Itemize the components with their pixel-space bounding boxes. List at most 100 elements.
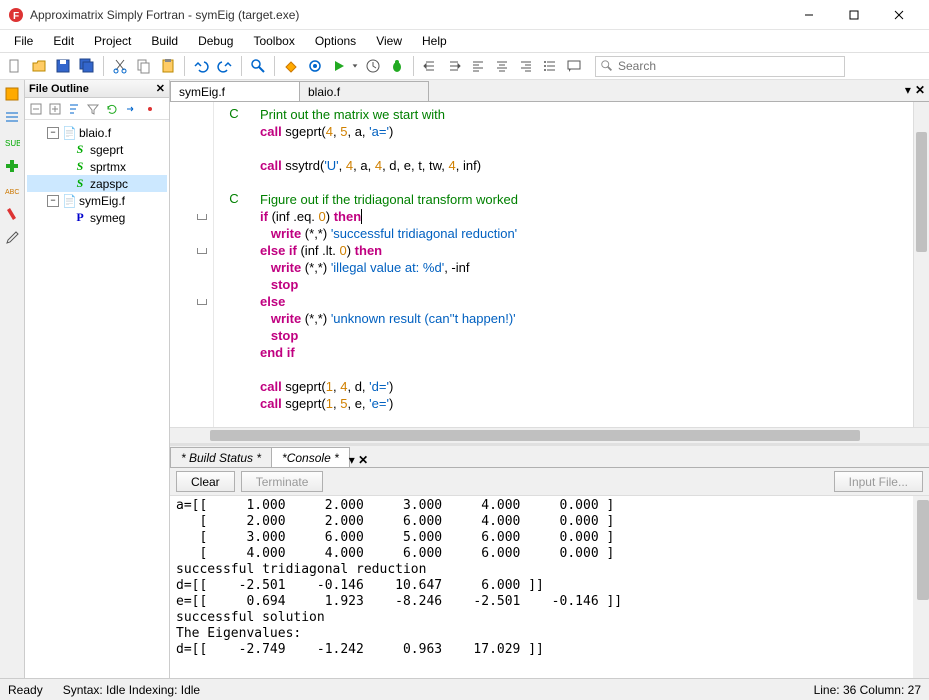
open-icon[interactable] [28, 55, 50, 77]
redo-icon[interactable] [214, 55, 236, 77]
menu-help[interactable]: Help [412, 31, 457, 51]
list-icon[interactable] [539, 55, 561, 77]
outline-toolbar [25, 98, 169, 120]
align-left-icon[interactable] [467, 55, 489, 77]
search-icon [600, 59, 614, 73]
search-input[interactable] [618, 59, 840, 73]
menubar: FileEditProjectBuildDebugToolboxOptionsV… [0, 30, 929, 52]
minimize-button[interactable] [786, 1, 831, 29]
menu-edit[interactable]: Edit [43, 31, 84, 51]
menu-file[interactable]: File [4, 31, 43, 51]
paste-icon[interactable] [157, 55, 179, 77]
horizontal-scrollbar[interactable] [170, 427, 929, 443]
terminate-button[interactable]: Terminate [241, 471, 324, 492]
menu-toolbox[interactable]: Toolbox [243, 31, 304, 51]
settings-icon[interactable] [304, 55, 326, 77]
svg-text:ABC: ABC [5, 189, 19, 196]
save-icon[interactable] [52, 55, 74, 77]
code-editor[interactable]: CC Print out the matrix we start withcal… [170, 102, 929, 427]
editor-tabs: symEig.fblaio.f ▾ ✕ [170, 80, 929, 102]
svg-text:SUB: SUB [5, 139, 20, 148]
copy-icon[interactable] [133, 55, 155, 77]
editor-tab-blaio-f[interactable]: blaio.f [299, 81, 429, 101]
vertical-scrollbar[interactable] [913, 102, 929, 427]
find-icon[interactable] [247, 55, 269, 77]
left-tool-strip: SUB ABC [0, 80, 25, 678]
outline-title: File Outline [29, 83, 156, 95]
filter-icon[interactable] [84, 100, 102, 118]
code-area[interactable]: Print out the matrix we start withcall s… [254, 102, 913, 427]
new-file-icon[interactable] [4, 55, 26, 77]
bottom-close-icon[interactable]: ✕ [358, 453, 368, 467]
console-toolbar: Clear Terminate Input File... [170, 468, 929, 496]
outline-header: File Outline ✕ [25, 80, 169, 98]
collapse-icon[interactable] [27, 100, 45, 118]
comment-icon[interactable] [563, 55, 585, 77]
undo-icon[interactable] [190, 55, 212, 77]
outline-panel-icon[interactable] [2, 108, 22, 128]
tab-close-all-icon[interactable]: ✕ [915, 83, 925, 97]
expand-icon[interactable] [46, 100, 64, 118]
outline-close-icon[interactable]: ✕ [156, 82, 165, 95]
status-ready: Ready [8, 683, 43, 697]
menu-build[interactable]: Build [141, 31, 188, 51]
bug-icon[interactable] [386, 55, 408, 77]
build-icon[interactable] [280, 55, 302, 77]
status-syntax: Syntax: Idle Indexing: Idle [63, 683, 200, 697]
tab-dropdown-icon[interactable]: ▾ [905, 83, 911, 97]
align-center-icon[interactable] [491, 55, 513, 77]
goto-icon[interactable] [122, 100, 140, 118]
menu-debug[interactable]: Debug [188, 31, 243, 51]
refresh-icon[interactable] [103, 100, 121, 118]
editor-margin: CC [214, 102, 254, 427]
dropper-icon[interactable] [2, 228, 22, 248]
menu-view[interactable]: View [366, 31, 412, 51]
outline-tree[interactable]: −📄blaio.fSsgeprtSsprtmxSzapspc−📄symEig.f… [25, 120, 169, 678]
console-scrollbar[interactable] [913, 496, 929, 678]
status-position: Line: 36 Column: 27 [814, 683, 921, 697]
statusbar: Ready Syntax: Idle Indexing: Idle Line: … [0, 678, 929, 700]
pin-icon[interactable] [141, 100, 159, 118]
save-all-icon[interactable] [76, 55, 98, 77]
toolbar [0, 52, 929, 80]
tree-item-zapspc[interactable]: Szapspc [27, 175, 167, 192]
titlebar: F Approximatrix Simply Fortran - symEig … [0, 0, 929, 30]
tree-item-symEig-f[interactable]: −📄symEig.f [27, 192, 167, 209]
cut-icon[interactable] [109, 55, 131, 77]
outdent-icon[interactable] [419, 55, 441, 77]
svg-text:F: F [13, 11, 19, 22]
project-panel-icon[interactable] [2, 84, 22, 104]
file-outline-panel: File Outline ✕ −📄blaio.fSsgeprtSsprtmxSz… [25, 80, 170, 678]
close-button[interactable] [876, 1, 921, 29]
menu-project[interactable]: Project [84, 31, 141, 51]
tree-item-sgeprt[interactable]: Ssgeprt [27, 141, 167, 158]
clear-button[interactable]: Clear [176, 471, 235, 492]
tree-item-symeg[interactable]: Psymeg [27, 209, 167, 226]
editor-tab-symEig-f[interactable]: symEig.f [170, 81, 300, 101]
input-file-button[interactable]: Input File... [834, 471, 923, 492]
bottom-tabs: * Build Status **Console * ▾ ✕ [170, 446, 929, 468]
tree-item-blaio-f[interactable]: −📄blaio.f [27, 124, 167, 141]
menu-options[interactable]: Options [305, 31, 366, 51]
run-icon[interactable] [328, 55, 350, 77]
plugins-icon[interactable] [2, 156, 22, 176]
indent-icon[interactable] [443, 55, 465, 77]
bottom-tab-console[interactable]: *Console * [271, 447, 350, 467]
search-box[interactable] [595, 56, 845, 77]
tree-item-sprtmx[interactable]: Ssprtmx [27, 158, 167, 175]
sort-icon[interactable] [65, 100, 83, 118]
run-dropdown-icon[interactable] [350, 55, 360, 77]
maximize-button[interactable] [831, 1, 876, 29]
app-icon: F [8, 7, 24, 23]
bottom-dropdown-icon[interactable]: ▾ [349, 453, 355, 467]
bottom-tab-buildstatus[interactable]: * Build Status * [170, 447, 272, 467]
marker-icon[interactable] [2, 204, 22, 224]
abc-panel-icon[interactable]: ABC [2, 180, 22, 200]
sub-panel-icon[interactable]: SUB [2, 132, 22, 152]
window-title: Approximatrix Simply Fortran - symEig (t… [30, 8, 786, 22]
bottom-panel: * Build Status **Console * ▾ ✕ Clear Ter… [170, 443, 929, 678]
align-right-icon[interactable] [515, 55, 537, 77]
editor-gutter [170, 102, 214, 427]
clock-icon[interactable] [362, 55, 384, 77]
console-output[interactable]: a=[[ 1.000 2.000 3.000 4.000 0.000 ] [ 2… [170, 496, 913, 678]
